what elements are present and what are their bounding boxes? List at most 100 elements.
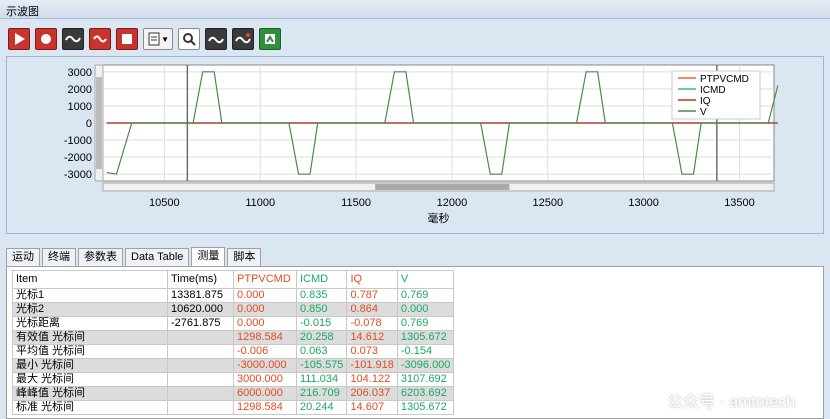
tab-terminal[interactable]: 终端 <box>42 248 76 266</box>
cursor-wave-icon <box>208 36 224 44</box>
document-dropdown[interactable]: ▼ <box>143 28 173 50</box>
export-button[interactable] <box>259 28 281 50</box>
table-cell: 0.769 <box>396 288 455 303</box>
table-cell: 3107.692 <box>396 372 455 387</box>
col-item: Item <box>12 270 168 289</box>
record-stop-icon <box>122 34 132 44</box>
zoom-icon <box>183 33 196 46</box>
table-cell: -3000.000 <box>233 358 297 373</box>
window-title: 示波图 <box>0 0 830 19</box>
document-icon <box>148 32 160 46</box>
table-cell: -0.154 <box>396 344 455 359</box>
table-cell: 216.709 <box>295 386 348 401</box>
table-cell: 3000.000 <box>233 372 297 387</box>
col-time: Time(ms) <box>167 270 234 289</box>
table-row[interactable]: 最小 光标间 -3000.000 -105.575 -101.918 -3096.000 <box>12 358 455 373</box>
watermark: 公众号 · amtotech <box>637 388 795 412</box>
bottom-tabs: 运动 终端 参数表 Data Table 测量 脚本 <box>6 247 263 266</box>
export-icon <box>265 34 275 44</box>
table-cell: 1298.584 <box>233 400 297 415</box>
table-cell: 14.607 <box>346 400 398 415</box>
y-tick-label: -1000 <box>64 135 92 147</box>
stop-trace-button[interactable] <box>35 28 57 50</box>
y-tick-label: -3000 <box>64 169 92 181</box>
table-row[interactable]: 光标1 13381.875 0.000 0.835 0.787 0.769 <box>12 288 455 303</box>
table-cell: 6000.000 <box>233 386 297 401</box>
table-cell: 0.787 <box>346 288 398 303</box>
table-cell: 光标1 <box>12 288 168 303</box>
table-cell <box>167 400 234 415</box>
toolbar: ▼ <box>8 26 281 52</box>
legend-label: ICMD <box>700 85 726 96</box>
table-cell: 1305.672 <box>396 400 455 415</box>
table-row[interactable]: 标准 光标间 1298.584 20.244 14.607 1305.672 <box>12 400 455 415</box>
tab-measure[interactable]: 测量 <box>191 247 226 266</box>
table-cell: 0.000 <box>233 316 297 331</box>
table-cell: 最大 光标间 <box>12 372 168 387</box>
table-cell <box>167 358 234 373</box>
refresh-wave-button[interactable] <box>89 28 111 50</box>
tab-script[interactable]: 脚本 <box>227 248 262 266</box>
table-cell: 0.000 <box>233 302 297 317</box>
x-tick-label: 11000 <box>245 197 275 209</box>
table-cell: -0.078 <box>346 316 398 331</box>
col-v: V <box>396 270 455 289</box>
measurement-table: Item Time(ms) PTPVCMD ICMD IQ V 光标1 13381… <box>12 270 455 415</box>
x-tick-label: 13500 <box>724 197 755 209</box>
table-cell: 光标2 <box>12 302 168 317</box>
table-cell: 206.037 <box>346 386 398 401</box>
wave-icon <box>65 35 81 43</box>
table-cell: -3096.000 <box>396 358 455 373</box>
y-tick-label: -2000 <box>64 152 92 164</box>
table-cell: 有效值 光标间 <box>12 330 168 345</box>
legend-label: PTPVCMD <box>700 74 749 85</box>
table-cell: 104.122 <box>346 372 398 387</box>
table-cell: -101.918 <box>346 358 398 373</box>
oscilloscope-chart-panel: 3000 2000 1000 0 -1000 -2000 -3000 10500 11000 11… <box>6 56 824 234</box>
oscilloscope-chart: 3000 2000 1000 0 -1000 -2000 -3000 10500 11000 11… <box>64 64 779 225</box>
chevron-down-icon: ▼ <box>161 34 169 44</box>
table-row[interactable]: 峰峰值 光标间 6000.000 216.709 206.037 6203.692 <box>12 386 455 401</box>
table-cell: 0.000 <box>396 302 455 317</box>
table-row[interactable]: 光标2 10620.000 0.000 0.850 0.864 0.000 <box>12 302 455 317</box>
zoom-button[interactable] <box>178 28 200 50</box>
table-cell: 光标距离 <box>12 316 168 331</box>
y-tick-label: 1000 <box>68 101 92 113</box>
table-cell: 最小 光标间 <box>12 358 168 373</box>
tab-motion[interactable]: 运动 <box>6 248 40 266</box>
table-cell: 峰峰值 光标间 <box>12 386 168 401</box>
vertical-scrollbar-thumb[interactable] <box>96 77 102 169</box>
table-row[interactable]: 平均值 光标间 -0.006 0.063 0.073 -0.154 <box>12 344 455 359</box>
run-button[interactable] <box>8 28 30 50</box>
table-cell: -0.006 <box>233 344 297 359</box>
cursor-plus-button[interactable] <box>232 28 254 50</box>
horizontal-scrollbar-thumb[interactable] <box>375 184 510 190</box>
table-row[interactable]: 光标距离 -2761.875 0.000 -0.015 -0.078 0.769 <box>12 316 455 331</box>
legend-label: V <box>700 107 707 118</box>
table-cell <box>167 344 234 359</box>
table-cell: 13381.875 <box>167 288 234 303</box>
table-cell: 0.850 <box>295 302 348 317</box>
cursor-wave-button[interactable] <box>205 28 227 50</box>
tab-data-table[interactable]: Data Table <box>125 248 190 266</box>
table-cell: 0.073 <box>346 344 398 359</box>
measurement-panel: Item Time(ms) PTPVCMD ICMD IQ V 光标1 13381… <box>6 266 824 419</box>
tab-parameters[interactable]: 参数表 <box>78 248 123 266</box>
record-stop-button[interactable] <box>116 28 138 50</box>
table-cell: 0.769 <box>396 316 455 331</box>
table-cell <box>167 386 234 401</box>
table-row[interactable]: 有效值 光标间 1298.584 20.258 14.612 1305.672 <box>12 330 455 345</box>
y-tick-label: 2000 <box>68 84 92 96</box>
table-cell: 标准 光标间 <box>12 400 168 415</box>
table-cell: -2761.875 <box>167 316 234 331</box>
table-row[interactable]: 最大 光标间 3000.000 111.034 104.122 3107.692 <box>12 372 455 387</box>
legend-label: IQ <box>700 96 711 107</box>
table-cell: 1305.672 <box>396 330 455 345</box>
wave-button[interactable] <box>62 28 84 50</box>
run-icon <box>15 33 25 45</box>
table-cell: -0.015 <box>295 316 348 331</box>
table-cell: 20.258 <box>295 330 348 345</box>
table-cell: -105.575 <box>295 358 348 373</box>
table-cell: 20.244 <box>295 400 348 415</box>
table-header-row: Item Time(ms) PTPVCMD ICMD IQ V <box>12 270 455 289</box>
